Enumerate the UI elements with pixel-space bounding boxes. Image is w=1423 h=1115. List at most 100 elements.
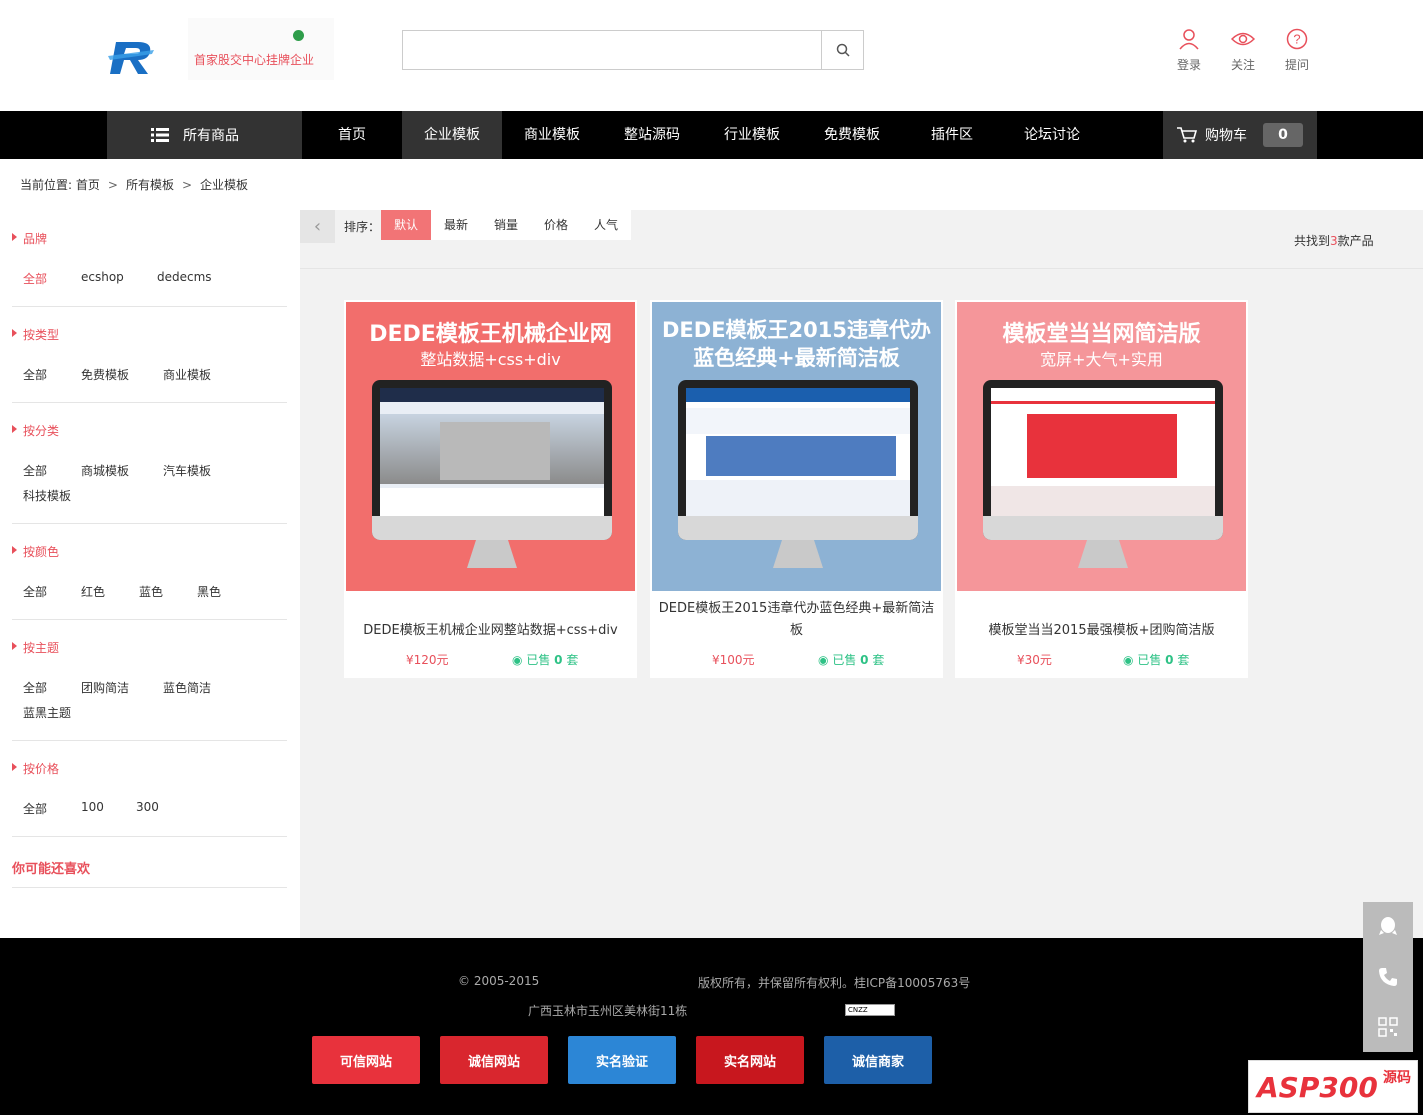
nav-item-free[interactable]: 免费模板 xyxy=(802,111,902,159)
nav-item-plugins[interactable]: 插件区 xyxy=(902,111,1002,159)
trust-badge-merchant[interactable]: 诚信商家 xyxy=(824,1036,932,1084)
filter-option[interactable]: 科技模板 xyxy=(23,487,71,504)
filter-group-type: 按类型 全部 免费模板 商业模板 xyxy=(12,326,287,403)
product-sold: ◉ 已售 0 套 xyxy=(512,651,578,668)
filter-option[interactable]: 红色 xyxy=(81,583,105,600)
product-thumbnail[interactable]: DEDE模板王2015违章代办 蓝色经典+最新简洁板 xyxy=(652,302,941,591)
filter-option[interactable]: 全部 xyxy=(23,270,47,287)
filter-option[interactable]: 300 xyxy=(136,800,159,814)
product-name[interactable]: DEDE模板王机械企业网整站数据+css+div xyxy=(348,620,633,642)
filter-option[interactable]: 团购简洁 xyxy=(81,679,129,696)
product-price: ¥120元 xyxy=(406,653,449,667)
filter-option[interactable]: 汽车模板 xyxy=(163,462,211,479)
product-card[interactable]: 模板堂当当网简洁版 宽屏+大气+实用 模板堂当当2015最强模板+团购简洁版 ¥… xyxy=(955,300,1248,678)
sort-default-button[interactable]: 默认 xyxy=(381,210,431,240)
login-link[interactable]: 登录 xyxy=(1169,28,1209,73)
filter-option[interactable]: 全部 xyxy=(23,679,47,696)
trust-badge-kexin[interactable]: 可信网站 xyxy=(312,1036,420,1084)
filter-option[interactable]: 免费模板 xyxy=(81,366,129,383)
product-sold: ◉ 已售 0 套 xyxy=(818,651,884,668)
watermark-side-text: 源码 xyxy=(1383,1070,1411,1086)
filter-option[interactable]: ecshop xyxy=(81,270,124,284)
filter-option[interactable]: 蓝色简洁 xyxy=(163,679,211,696)
filter-option[interactable]: 黑色 xyxy=(197,583,221,600)
filter-option[interactable]: 全部 xyxy=(23,366,47,383)
phone-float-button[interactable] xyxy=(1363,952,1413,1002)
sort-sales-button[interactable]: 销量 xyxy=(481,210,531,240)
filter-title: 按价格 xyxy=(12,760,59,777)
nav-item-fullsite[interactable]: 整站源码 xyxy=(602,111,702,159)
filter-group-color: 按颜色 全部 红色 蓝色 黑色 xyxy=(12,543,287,620)
trust-badge-realname[interactable]: 实名验证 xyxy=(568,1036,676,1084)
sold-prefix: 已售 xyxy=(526,653,551,667)
thumbnail-subtitle: 蓝色经典+最新简洁板 xyxy=(693,346,900,370)
breadcrumb-all-templates[interactable]: 所有模板 xyxy=(126,178,174,192)
nav-item-forum[interactable]: 论坛讨论 xyxy=(1002,111,1102,159)
watermark-text: ASP300 xyxy=(1257,1071,1378,1104)
badge-label: 实名验证 xyxy=(595,1054,648,1070)
all-products-menu[interactable]: 所有商品 xyxy=(107,111,302,159)
result-count-suffix: 款产品 xyxy=(1337,234,1374,248)
filter-group-brand: 品牌 全部 ecshop dedecms xyxy=(12,230,287,307)
filter-group-theme: 按主题 全部 团购简洁 蓝色简洁 蓝黑主题 xyxy=(12,639,287,741)
phone-icon xyxy=(1379,968,1397,986)
search-input[interactable] xyxy=(403,31,822,69)
filter-option[interactable]: 蓝黑主题 xyxy=(23,704,71,721)
product-card[interactable]: DEDE模板王机械企业网 整站数据+css+div DEDE模板王机械企业网整站… xyxy=(344,300,637,678)
breadcrumb-current[interactable]: 企业模板 xyxy=(200,178,248,192)
asp300-watermark-logo: ASP300 源码 xyxy=(1248,1060,1418,1113)
monitor-chin xyxy=(983,516,1223,540)
qq-float-button[interactable] xyxy=(1363,902,1413,952)
nav-item-home[interactable]: 首页 xyxy=(302,111,402,159)
divider xyxy=(12,887,287,888)
filter-option[interactable]: 100 xyxy=(81,800,104,814)
sold-unit: 套 xyxy=(566,653,579,667)
eye-icon: ◉ xyxy=(512,653,523,667)
thumbnail-title: DEDE模板王机械企业网 xyxy=(369,322,612,347)
cart-count-badge: 0 xyxy=(1263,123,1303,147)
prev-arrow-button[interactable]: ‹ xyxy=(300,210,335,243)
eye-icon xyxy=(1231,32,1255,46)
breadcrumb-home[interactable]: 首页 xyxy=(76,178,100,192)
nav-item-industry[interactable]: 行业模板 xyxy=(702,111,802,159)
filter-option[interactable]: 商业模板 xyxy=(163,366,211,383)
filter-option[interactable]: 蓝色 xyxy=(139,583,163,600)
slogan-text: 首家股交中心挂牌企业 xyxy=(194,53,315,67)
qrcode-float-button[interactable] xyxy=(1363,1002,1413,1052)
cart-label: 购物车 xyxy=(1205,128,1247,144)
trust-badge-chengxin[interactable]: 诚信网站 xyxy=(440,1036,548,1084)
follow-link[interactable]: 关注 xyxy=(1223,28,1263,73)
filter-option[interactable]: dedecms xyxy=(157,270,212,284)
product-card[interactable]: DEDE模板王2015违章代办 蓝色经典+最新简洁板 DEDE模板王2015违章… xyxy=(650,300,943,678)
sort-popularity-button[interactable]: 人气 xyxy=(581,210,631,240)
product-thumbnail[interactable]: 模板堂当当网简洁版 宽屏+大气+实用 xyxy=(957,302,1246,591)
filter-option[interactable]: 商城模板 xyxy=(81,462,129,479)
sort-newest-button[interactable]: 最新 xyxy=(431,210,481,240)
product-name[interactable]: 模板堂当当2015最强模板+团购简洁版 xyxy=(959,620,1244,642)
product-price: ¥30元 xyxy=(1017,653,1052,667)
product-name[interactable]: DEDE模板王2015违章代办蓝色经典+最新简洁板 xyxy=(654,598,939,642)
cart-button[interactable]: 购物车 0 xyxy=(1163,111,1317,159)
ask-label: 提问 xyxy=(1284,58,1309,72)
monitor-image xyxy=(372,380,612,540)
nav-item-enterprise[interactable]: 企业模板 xyxy=(402,111,502,159)
product-thumbnail[interactable]: DEDE模板王机械企业网 整站数据+css+div xyxy=(346,302,635,591)
site-logo[interactable] xyxy=(108,40,158,76)
search-button[interactable] xyxy=(821,31,863,69)
trust-badge-realname-site[interactable]: 实名网站 xyxy=(696,1036,804,1084)
question-icon: ? xyxy=(1286,28,1308,50)
filter-option[interactable]: 全部 xyxy=(23,800,47,817)
sold-unit: 套 xyxy=(1177,653,1190,667)
monitor-image xyxy=(983,380,1223,540)
filter-option[interactable]: 全部 xyxy=(23,462,47,479)
result-count-prefix: 共找到 xyxy=(1294,234,1331,248)
cnzz-badge[interactable]: CNZZ xyxy=(845,1004,895,1016)
monitor-image xyxy=(678,380,918,540)
breadcrumb-prefix: 当前位置: xyxy=(20,178,73,192)
filter-option[interactable]: 全部 xyxy=(23,583,47,600)
ask-link[interactable]: ? 提问 xyxy=(1277,28,1317,73)
screen-preview xyxy=(380,388,604,516)
sort-price-button[interactable]: 价格 xyxy=(531,210,581,240)
thumbnail-subtitle: 宽屏+大气+实用 xyxy=(1040,350,1163,369)
nav-item-business[interactable]: 商业模板 xyxy=(502,111,602,159)
